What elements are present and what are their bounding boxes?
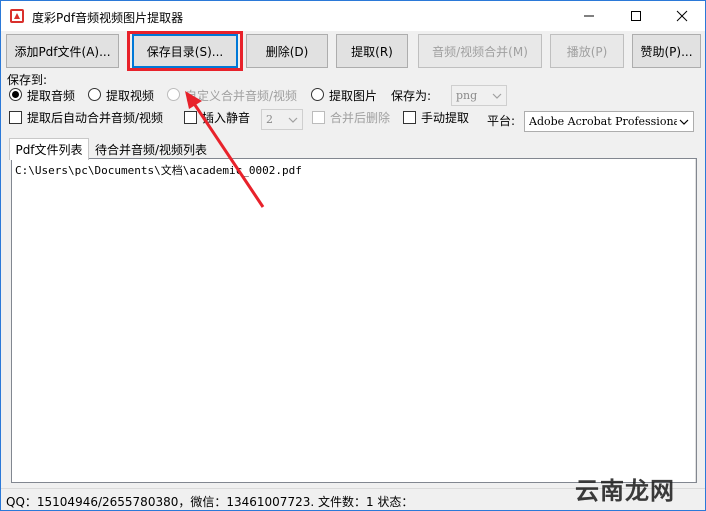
maximize-button[interactable] (613, 1, 659, 31)
manual-extract-checkbox[interactable] (403, 111, 416, 124)
auto-merge-label[interactable]: 提取后自动合并音频/视频 (27, 109, 163, 126)
minimize-icon (584, 15, 594, 17)
delete-button[interactable]: 删除(D) (246, 34, 328, 68)
extract-image-radio[interactable] (311, 88, 324, 101)
save-to-label: 保存到: (7, 73, 48, 87)
title-bar: 度彩Pdf音频视频图片提取器 (1, 1, 705, 31)
extract-audio-radio[interactable] (9, 88, 22, 101)
platform-label: 平台: (487, 114, 516, 128)
tab-pdf-file-list[interactable]: Pdf文件列表 (9, 138, 89, 160)
silence-seconds-value: 2 (266, 113, 273, 126)
custom-merge-label[interactable]: 自定义合并音频/视频 (185, 87, 297, 104)
status-text: QQ：15104946/2655780380，微信：13461007723. 文… (6, 495, 414, 509)
tab-pending-merge-list[interactable]: 待合并音频/视频列表 (91, 138, 211, 160)
extract-video-label[interactable]: 提取视频 (106, 87, 154, 104)
donate-button[interactable]: 赞助(P)... (632, 34, 701, 68)
app-logo-icon (10, 9, 24, 23)
list-item[interactable]: C:\Users\pc\Documents\文档\academic_0002.p… (15, 162, 302, 178)
delete-after-merge-label[interactable]: 合并后删除 (330, 109, 390, 126)
save-as-format-select[interactable]: png (451, 85, 507, 106)
platform-select[interactable]: Adobe Acrobat Professiona (524, 111, 694, 132)
insert-silence-checkbox[interactable] (184, 111, 197, 124)
save-as-format-value: png (456, 89, 478, 102)
save-as-label: 保存为: (391, 89, 432, 103)
merge-button[interactable]: 音频/视频合并(M) (418, 34, 542, 68)
minimize-button[interactable] (566, 1, 612, 31)
close-button[interactable] (659, 1, 705, 31)
app-window: 度彩Pdf音频视频图片提取器 添加Pdf文件(A)... 保存目录(S)... … (0, 0, 706, 511)
silence-seconds-select[interactable]: 2 (261, 109, 303, 130)
auto-merge-checkbox[interactable] (9, 111, 22, 124)
extract-image-label[interactable]: 提取图片 (329, 87, 377, 104)
manual-extract-label[interactable]: 手动提取 (421, 109, 469, 126)
status-bar: QQ：15104946/2655780380，微信：13461007723. 文… (1, 488, 705, 510)
close-icon (676, 10, 688, 22)
insert-silence-label[interactable]: 插入静音 (202, 109, 250, 126)
pdf-file-list[interactable]: C:\Users\pc\Documents\文档\academic_0002.p… (11, 158, 697, 483)
chevron-down-icon (288, 117, 298, 123)
save-directory-button[interactable]: 保存目录(S)... (132, 34, 238, 68)
custom-merge-radio[interactable] (167, 88, 180, 101)
maximize-icon (631, 11, 641, 21)
chevron-down-icon (492, 93, 502, 99)
window-title: 度彩Pdf音频视频图片提取器 (32, 11, 184, 25)
platform-value: Adobe Acrobat Professiona (529, 115, 677, 128)
extract-button[interactable]: 提取(R) (336, 34, 408, 68)
extract-audio-label[interactable]: 提取音频 (27, 87, 75, 104)
extract-video-radio[interactable] (88, 88, 101, 101)
delete-after-merge-checkbox[interactable] (312, 111, 325, 124)
add-pdf-button[interactable]: 添加Pdf文件(A)... (6, 34, 119, 68)
chevron-down-icon (679, 119, 689, 125)
list-scrollbar-edge (695, 159, 696, 482)
play-button[interactable]: 播放(P) (550, 34, 624, 68)
